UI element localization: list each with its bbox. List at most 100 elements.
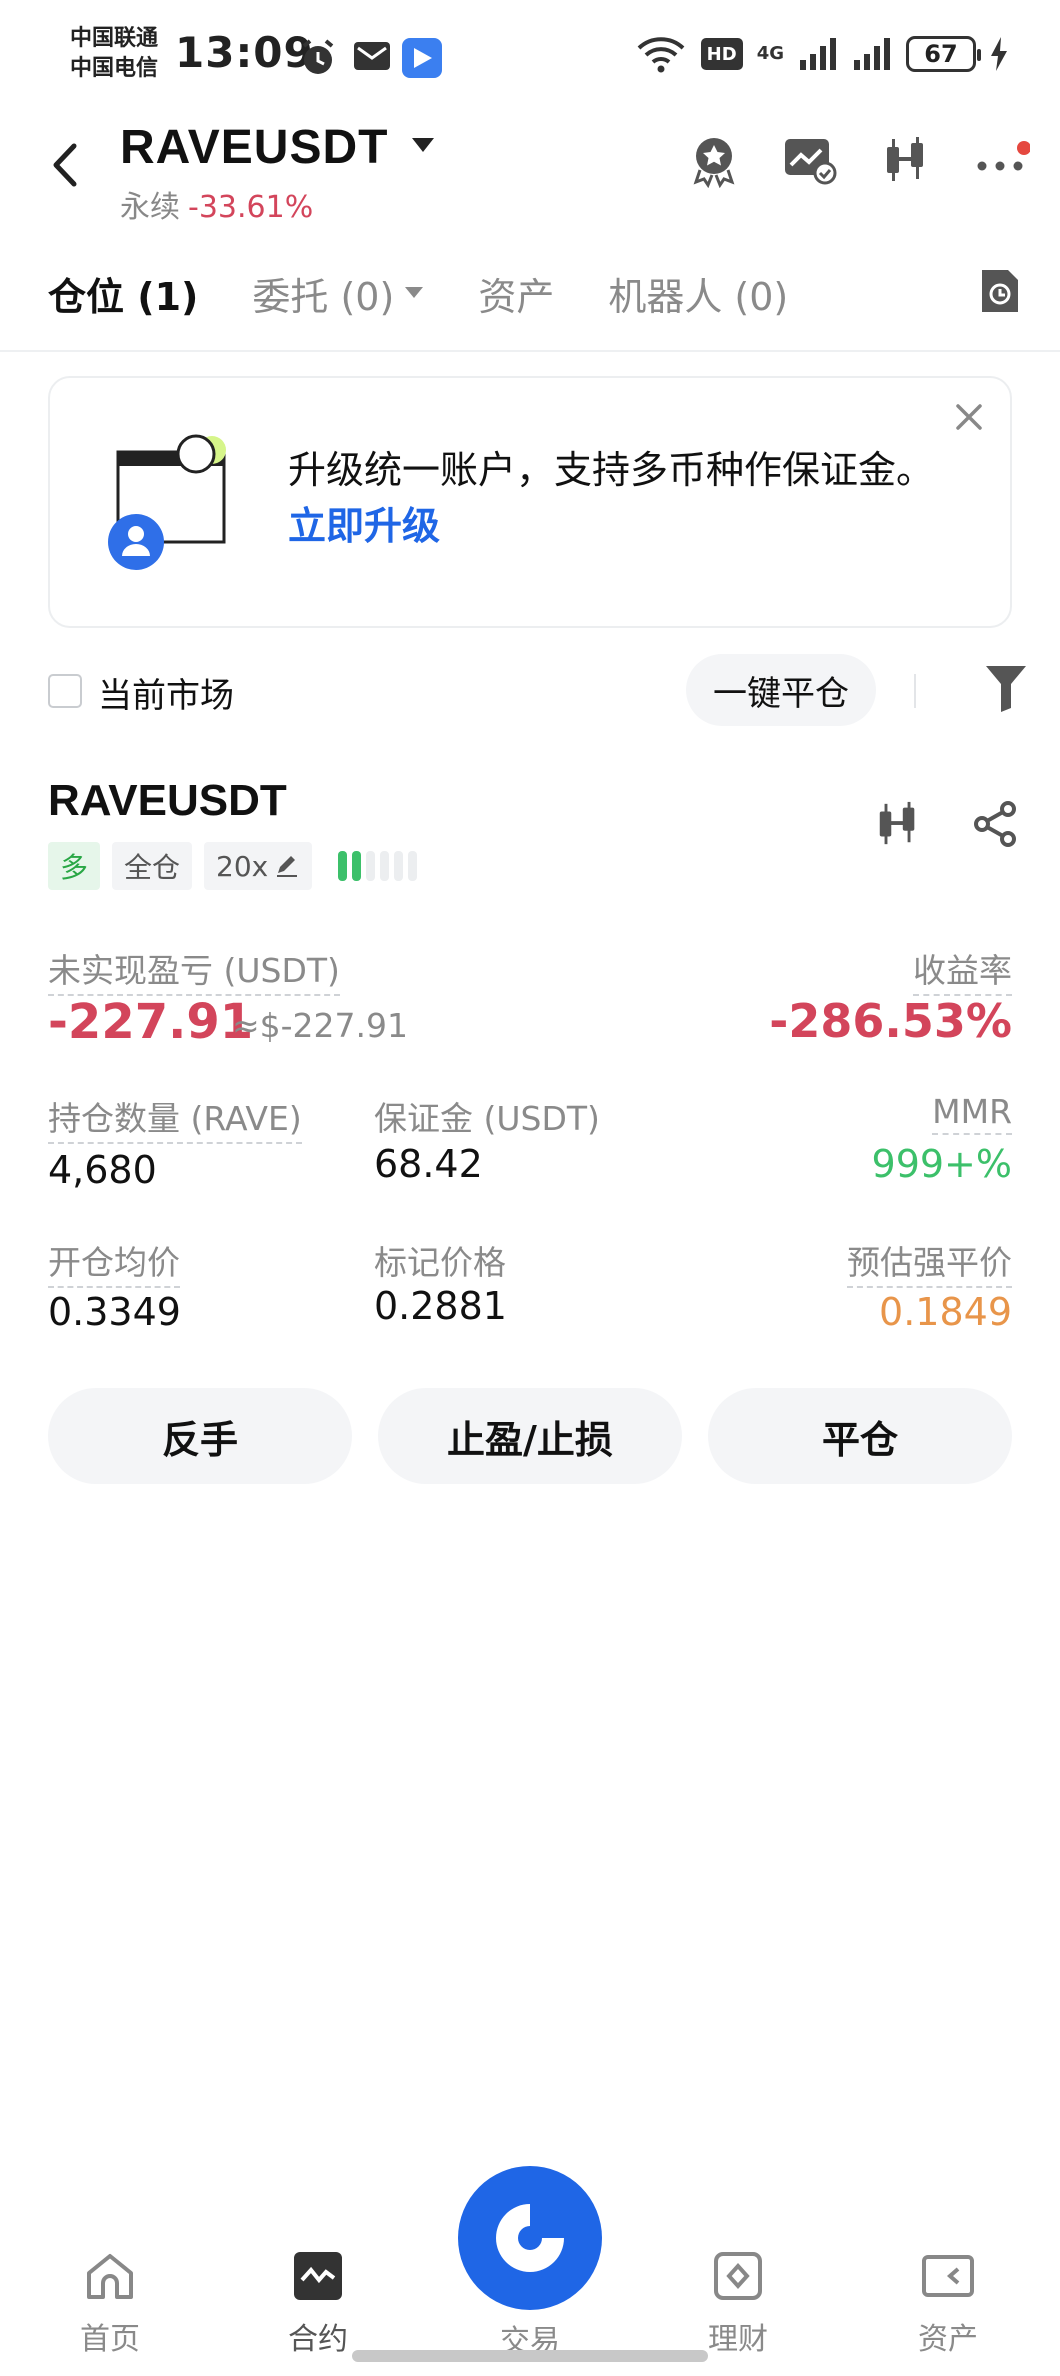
roe-value: -286.53% — [769, 994, 1012, 1048]
liq-price-value: 0.1849 — [879, 1290, 1012, 1334]
leverage-value: 20x — [216, 849, 269, 883]
risk-bar — [338, 851, 348, 881]
tab-orders[interactable]: 委托 (0) — [252, 266, 424, 321]
size-value: 4,680 — [48, 1148, 157, 1192]
strategy-button[interactable] — [782, 132, 838, 188]
risk-bar — [380, 851, 390, 881]
close-icon[interactable] — [952, 400, 986, 434]
mmr-label[interactable]: MMR — [932, 1092, 1012, 1135]
tabs-divider — [0, 350, 1060, 352]
position-symbol: RAVEUSDT — [48, 776, 287, 825]
upgrade-now-link[interactable]: 立即升级 — [288, 504, 440, 548]
wallet-icon — [922, 2255, 974, 2297]
clock: 13:09 — [175, 28, 314, 77]
side-badge: 多 — [48, 842, 101, 890]
account-illustration-icon — [108, 434, 226, 570]
roe-label[interactable]: 收益率 — [913, 944, 1012, 996]
nav-contract[interactable]: 合约 — [258, 2246, 378, 2358]
position-tabs: 仓位 (1) 委托 (0) 资产 机器人 (0) — [48, 258, 1030, 328]
carrier-names: 中国联通 中国电信 — [70, 24, 158, 84]
nav-finance[interactable]: 理财 — [678, 2246, 798, 2358]
close-position-button[interactable]: 平仓 — [708, 1388, 1012, 1484]
risk-bar — [366, 851, 376, 881]
carrier-2: 中国电信 — [70, 56, 159, 81]
mmr-value: 999+% — [871, 1142, 1012, 1186]
symbol-dropdown-icon[interactable] — [410, 136, 436, 154]
tab-positions[interactable]: 仓位 (1) — [48, 266, 198, 321]
home-icon — [87, 2254, 133, 2299]
mark-price-label: 标记价格 — [374, 1243, 506, 1282]
status-right: HD 4G 67 — [635, 34, 1008, 74]
reverse-button[interactable]: 反手 — [48, 1388, 352, 1484]
page-header: RAVEUSDT 永续 -33.61% — [0, 110, 1060, 230]
kline-button[interactable] — [878, 132, 934, 188]
chevron-down-icon — [405, 287, 424, 298]
back-arrow-icon[interactable] — [50, 140, 80, 190]
size-label[interactable]: 持仓数量 (RAVE) — [48, 1092, 302, 1144]
banner-text: 升级统一账户，支持多币种作保证金。 — [288, 448, 935, 492]
contract-icon — [294, 2252, 342, 2300]
candlestick-icon — [887, 137, 923, 181]
nav-home-label: 首页 — [80, 2322, 140, 2357]
nav-assets[interactable]: 资产 — [888, 2246, 1008, 2358]
tab-assets[interactable]: 资产 — [478, 266, 554, 321]
nav-assets-label: 资产 — [918, 2322, 978, 2357]
award-icon — [693, 138, 735, 188]
margin-value: 68.42 — [374, 1142, 483, 1186]
more-icon — [977, 141, 1030, 171]
tab-bots[interactable]: 机器人 (0) — [608, 266, 788, 321]
unrealized-pnl-label[interactable]: 未实现盈亏 (USDT) — [48, 944, 340, 996]
upgrade-banner[interactable]: 升级统一账户，支持多币种作保证金。立即升级 — [48, 376, 1012, 628]
filter-row: 当前市场 一键平仓 — [48, 654, 1030, 726]
current-market-label[interactable]: 当前市场 — [98, 668, 234, 717]
signal-icon-2 — [854, 38, 890, 70]
header-actions — [686, 132, 1030, 188]
contract-type: 永续 — [120, 190, 180, 225]
app-notification-icon — [402, 38, 442, 78]
mark-price-value: 0.2881 — [374, 1284, 507, 1328]
network-label: 4G — [756, 43, 784, 64]
tab-orders-label: 委托 (0) — [252, 274, 395, 319]
filter-icon[interactable] — [984, 662, 1028, 714]
risk-bar — [408, 851, 418, 881]
more-button[interactable] — [974, 132, 1030, 188]
charging-icon — [991, 37, 1007, 71]
risk-bar — [352, 851, 362, 881]
status-bar: 中国联通 中国电信 13:09 HD 4G 67 — [0, 0, 1060, 112]
bottom-nav: 首页 合约 交易 理财 资产 — [0, 2166, 1060, 2376]
price-change: -33.61% — [188, 190, 314, 225]
battery-indicator: 67 — [906, 36, 981, 72]
candlestick-icon[interactable] — [874, 800, 922, 848]
edit-icon — [277, 856, 298, 877]
chart-check-icon — [785, 139, 837, 185]
position-tags: 多 全仓 20x — [48, 842, 418, 890]
carrier-1: 中国联通 — [70, 26, 159, 51]
nav-home[interactable]: 首页 — [50, 2246, 170, 2358]
symbol-title[interactable]: RAVEUSDT — [120, 120, 388, 175]
position-actions — [874, 800, 1020, 848]
entry-price-label[interactable]: 开仓均价 — [48, 1236, 180, 1288]
close-all-button[interactable]: 一键平仓 — [686, 654, 876, 726]
share-icon[interactable] — [972, 800, 1020, 848]
trade-button[interactable] — [458, 2166, 602, 2310]
margin-label: 保证金 (USDT) — [374, 1099, 600, 1138]
position-action-buttons: 反手 止盈/止损 平仓 — [48, 1388, 1012, 1484]
leverage-badge[interactable]: 20x — [204, 842, 313, 890]
mail-icon — [354, 42, 390, 70]
banner-message: 升级统一账户，支持多币种作保证金。立即升级 — [288, 442, 948, 554]
badge-button[interactable] — [686, 132, 742, 188]
risk-level-indicator — [338, 851, 418, 881]
finance-icon — [714, 2252, 762, 2300]
history-doc-icon[interactable] — [978, 266, 1022, 316]
unrealized-pnl-usd: ≈$-227.91 — [232, 1006, 409, 1045]
filter-divider — [914, 674, 916, 708]
alarm-icon — [302, 39, 334, 74]
risk-bar — [394, 851, 404, 881]
unrealized-pnl-value: -227.91 — [48, 994, 254, 1050]
liq-price-label[interactable]: 预估强平价 — [847, 1236, 1012, 1288]
trade-logo-icon — [496, 2204, 564, 2272]
entry-price-value: 0.3349 — [48, 1290, 181, 1334]
tpsl-button[interactable]: 止盈/止损 — [378, 1388, 682, 1484]
current-market-checkbox[interactable] — [48, 674, 82, 708]
home-indicator[interactable] — [352, 2350, 708, 2362]
